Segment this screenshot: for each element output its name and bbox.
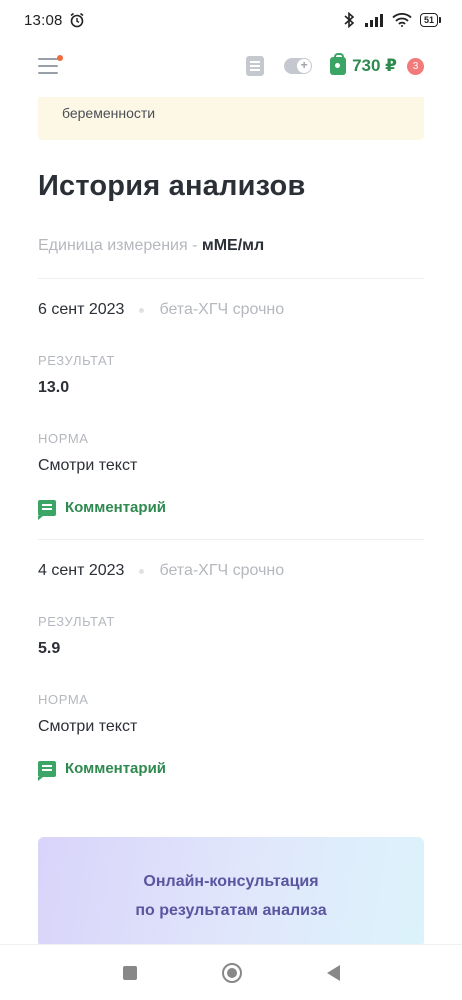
bluetooth-icon — [344, 12, 355, 28]
separator-dot — [139, 307, 145, 313]
result-label: РЕЗУЛЬТАТ — [38, 614, 115, 629]
norm-label: НОРМА — [38, 692, 89, 707]
test-name: бета-ХГЧ срочно — [159, 301, 285, 318]
unit-value: мМЕ/мл — [201, 237, 265, 254]
test-name: бета-ХГЧ срочно — [159, 562, 285, 579]
comment-button[interactable]: Комментарий — [38, 760, 424, 781]
result-label: РЕЗУЛЬТАТ — [38, 353, 115, 368]
entry-date: 4 сент 2023 — [38, 562, 125, 579]
notification-dot — [57, 55, 63, 61]
comment-button[interactable]: Комментарий — [38, 499, 424, 520]
signal-icon — [364, 14, 383, 27]
status-time: 13:08 — [24, 11, 63, 29]
entry-header: 4 сент 2023 бета-ХГЧ срочно — [38, 562, 424, 580]
result-entry: 4 сент 2023 бета-ХГЧ срочно РЕЗУЛЬТАТ 5.… — [38, 540, 424, 781]
back-icon[interactable] — [326, 964, 340, 981]
consultation-promo-card[interactable]: Онлайн-консультация по результатам анали… — [38, 837, 424, 947]
separator-dot — [139, 568, 145, 574]
entry-header: 6 сент 2023 бета-ХГЧ срочно — [38, 301, 424, 319]
notification-badge[interactable]: 3 — [407, 57, 424, 75]
menu-icon[interactable] — [38, 55, 63, 74]
unit-row: Единица измерения - мМЕ/мл — [38, 237, 424, 255]
balance-amount: 730 ₽ — [352, 56, 397, 75]
wallet-icon — [330, 53, 347, 75]
app-header: 730 ₽ 3 — [0, 40, 462, 92]
norm-value: Смотри текст — [38, 457, 138, 474]
recents-icon[interactable] — [122, 965, 137, 980]
alarm-icon — [70, 12, 84, 28]
norm-value: Смотри текст — [38, 718, 138, 735]
result-value: 13.0 — [38, 379, 70, 396]
status-icons: 51 — [342, 12, 442, 28]
header-actions: 730 ₽ 3 — [246, 53, 424, 76]
home-icon[interactable] — [221, 962, 242, 983]
promo-title-line1: Онлайн-консультация — [143, 873, 319, 890]
notice-text: беременности — [62, 105, 156, 121]
wallet-button[interactable]: 730 ₽ — [330, 53, 397, 76]
comment-icon — [38, 499, 56, 520]
status-bar: 13:08 51 — [0, 0, 462, 40]
promo-title-line2: по результатам анализа — [135, 902, 327, 919]
list-icon[interactable] — [246, 56, 265, 76]
page-title: История анализов — [38, 170, 306, 202]
result-value: 5.9 — [38, 640, 61, 657]
toggle-add-icon[interactable] — [284, 58, 313, 74]
battery-indicator: 51 — [419, 13, 442, 27]
comment-label: Комментарий — [65, 499, 167, 516]
system-nav-bar — [0, 944, 462, 1000]
norm-label: НОРМА — [38, 431, 89, 446]
unit-label: Единица измерения - — [38, 237, 202, 254]
result-entry: 6 сент 2023 бета-ХГЧ срочно РЕЗУЛЬТАТ 13… — [38, 279, 424, 520]
entry-date: 6 сент 2023 — [38, 301, 125, 318]
comment-icon — [38, 760, 56, 781]
wifi-icon — [392, 13, 412, 27]
analysis-history: История анализов Единица измерения - мМЕ… — [38, 170, 424, 781]
notice-banner: беременности — [38, 97, 424, 140]
comment-label: Комментарий — [65, 760, 167, 777]
